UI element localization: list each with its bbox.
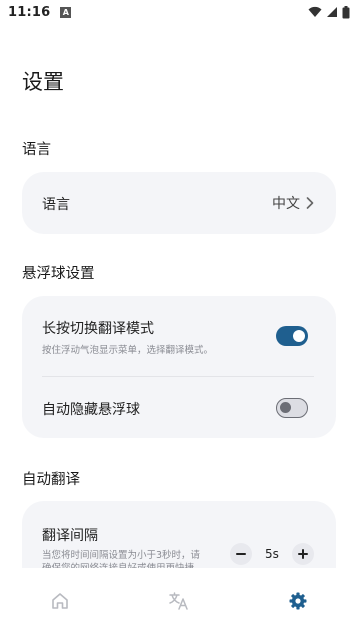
status-icons (308, 5, 350, 19)
nav-item-settings[interactable] (268, 581, 328, 621)
section-title-auto-translate: 自动翻译 (22, 472, 80, 488)
long-press-label: 长按切换翻译模式 (42, 321, 154, 337)
interval-value: 5s (265, 547, 279, 561)
status-time: 11:16 (8, 4, 51, 20)
interval-stepper: 5s (230, 543, 314, 565)
toggle-knob (280, 401, 291, 413)
decrement-button[interactable] (230, 543, 252, 565)
bottom-nav (0, 568, 358, 638)
long-press-toggle[interactable] (276, 326, 308, 346)
long-press-description: 按住浮动气泡显示菜单，选择翻译模式。 (42, 345, 214, 356)
section-title-floating-ball: 悬浮球设置 (22, 266, 95, 282)
floating-ball-card: 长按切换翻译模式 按住浮动气泡显示菜单，选择翻译模式。 自动隐藏悬浮球 (22, 296, 336, 438)
section-title-language: 语言 (22, 142, 51, 158)
increment-button[interactable] (292, 543, 314, 565)
status-bar: 11:16 A (0, 0, 358, 24)
language-row-label: 语言 (42, 197, 70, 213)
plus-icon (298, 549, 308, 559)
language-card[interactable]: 语言 中文 (22, 172, 336, 234)
interval-label: 翻译间隔 (42, 528, 98, 544)
translate-icon (169, 592, 188, 610)
battery-icon (342, 5, 350, 18)
signal-icon (327, 7, 337, 17)
language-value-text: 中文 (272, 196, 300, 212)
page-title: 设置 (22, 70, 64, 94)
gear-icon (289, 592, 307, 610)
nav-item-translate[interactable] (149, 581, 209, 621)
nav-item-home[interactable] (30, 581, 90, 621)
home-icon (51, 593, 68, 609)
card-divider (42, 376, 314, 377)
chevron-right-icon (306, 197, 314, 209)
auto-hide-label: 自动隐藏悬浮球 (42, 402, 140, 418)
notification-icon: A (60, 6, 72, 18)
language-value[interactable]: 中文 (272, 172, 314, 234)
toggle-knob (293, 330, 305, 342)
wifi-icon (308, 6, 322, 17)
auto-hide-toggle[interactable] (276, 398, 308, 418)
minus-icon (236, 553, 246, 555)
interval-description-line1: 当您将时间间隔设置为小于3秒时，请 (42, 550, 201, 561)
